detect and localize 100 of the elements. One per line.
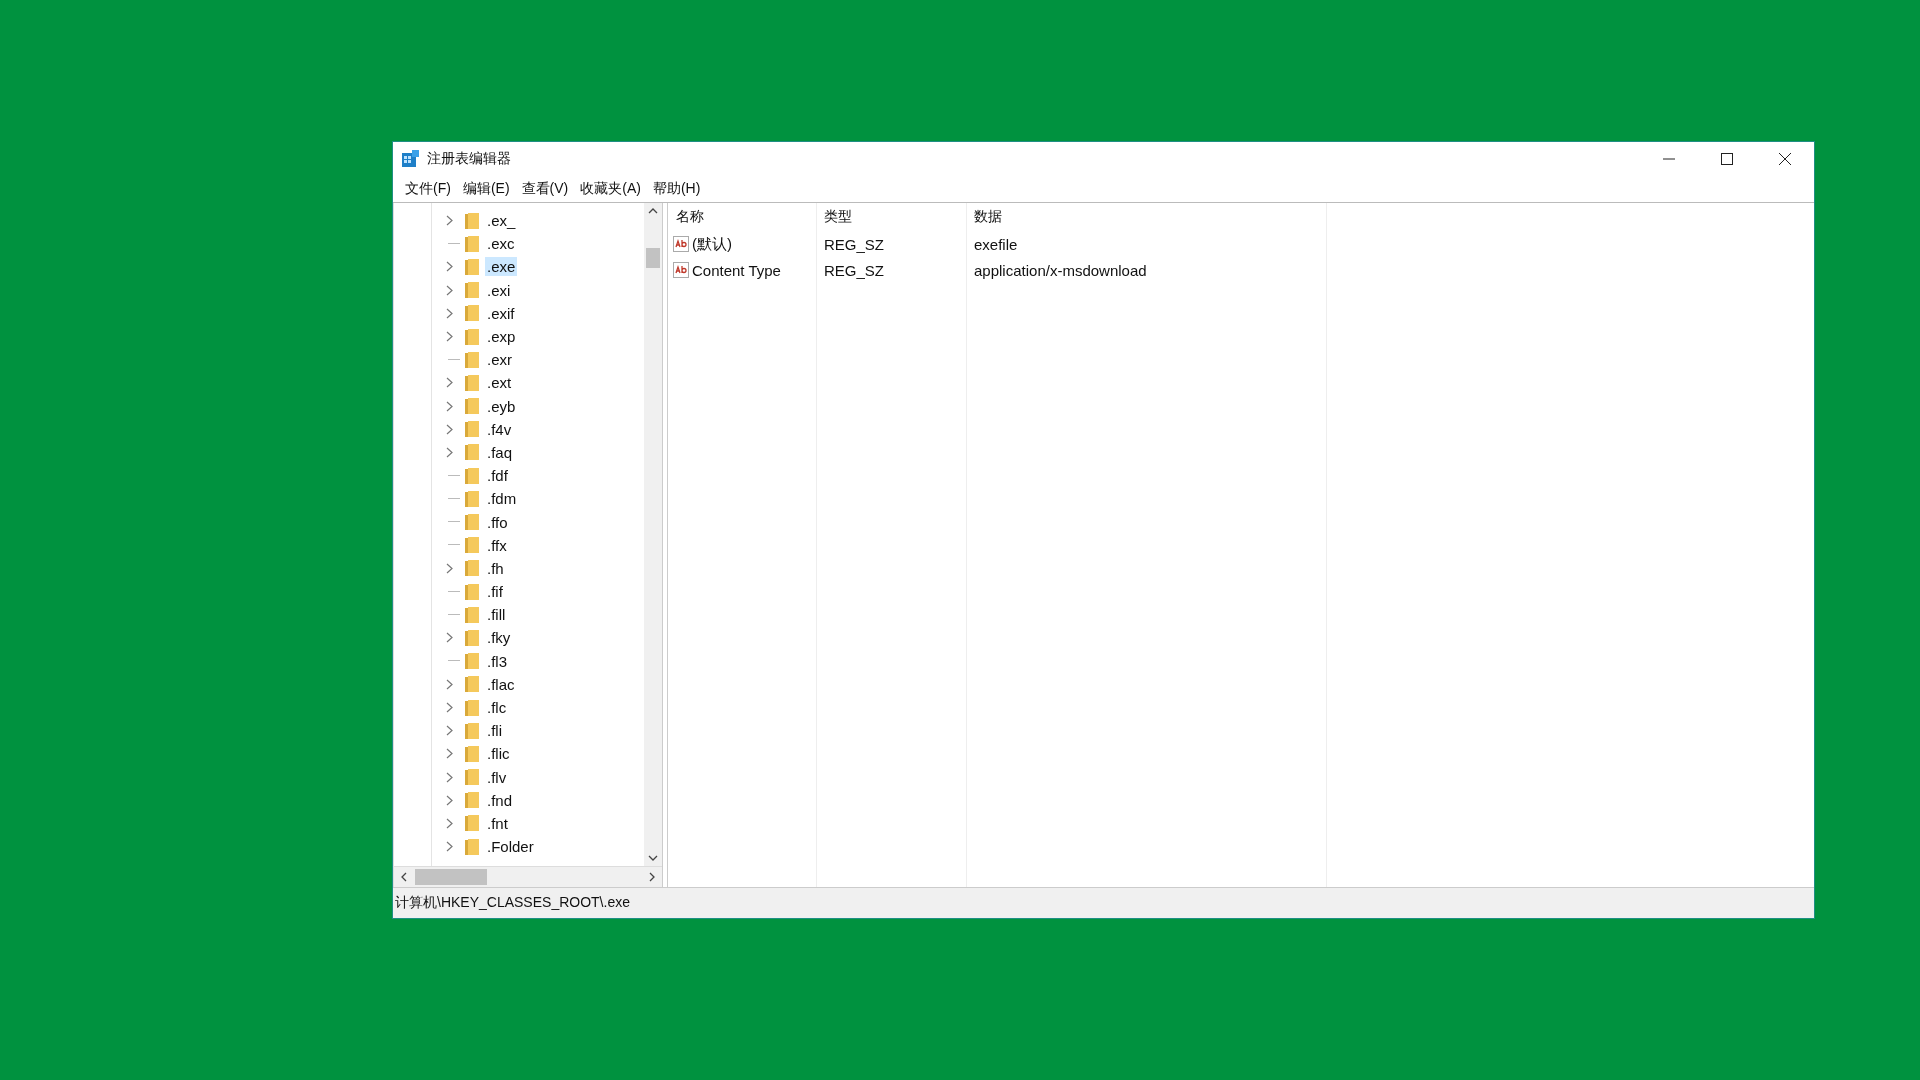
window-title: 注册表编辑器: [427, 149, 511, 168]
scroll-left-icon[interactable]: [400, 872, 407, 882]
folder-icon: [465, 745, 479, 762]
tree-item[interactable]: .exc: [485, 234, 517, 254]
folder-icon: [465, 235, 479, 252]
tree-item[interactable]: .fnd: [485, 790, 515, 810]
menu-item[interactable]: 文件(F): [399, 179, 457, 198]
tree-item[interactable]: .exr: [485, 350, 514, 370]
expand-chevron-icon[interactable]: [446, 678, 453, 690]
tree-item[interactable]: .exif: [485, 303, 517, 323]
value-name[interactable]: Content Type: [692, 261, 781, 279]
expand-chevron-icon[interactable]: [446, 331, 453, 343]
folder-icon: [465, 838, 479, 855]
tree-item[interactable]: .flac: [485, 674, 517, 694]
close-icon: [1779, 152, 1791, 165]
horizontal-scrollbar[interactable]: [394, 867, 662, 887]
folder-icon: [465, 560, 479, 577]
expand-chevron-icon[interactable]: [446, 215, 453, 227]
value-type: REG_SZ: [823, 235, 885, 253]
tree-item[interactable]: .ffo: [485, 512, 510, 532]
folder-icon: [465, 769, 479, 786]
column-header[interactable]: 类型: [816, 208, 966, 226]
folder-icon: [465, 421, 479, 438]
scrollbar-thumb[interactable]: [415, 869, 487, 885]
folder-icon: [465, 676, 479, 693]
folder-icon: [465, 583, 479, 600]
folder-icon: [465, 282, 479, 299]
vertical-scrollbar[interactable]: [644, 203, 662, 866]
expand-chevron-icon[interactable]: [446, 817, 453, 829]
expand-chevron-icon[interactable]: [446, 632, 453, 644]
tree-item[interactable]: .fl3: [485, 651, 509, 671]
folder-icon: [465, 514, 479, 531]
column-header[interactable]: 数据: [966, 208, 1326, 226]
expand-chevron-icon[interactable]: [446, 725, 453, 737]
status-bar: 计算机\HKEY_CLASSES_ROOT\.exe: [393, 887, 1814, 918]
scrollbar-thumb[interactable]: [646, 248, 660, 268]
value-data: application/x-msdownload: [973, 261, 1148, 279]
tree-item[interactable]: .fnt: [485, 813, 510, 833]
expand-chevron-icon[interactable]: [446, 771, 453, 783]
tree-item[interactable]: .ffx: [485, 535, 509, 555]
value-data: exefile: [973, 235, 1019, 253]
expand-chevron-icon[interactable]: [446, 400, 453, 412]
menu-item[interactable]: 查看(V): [515, 179, 575, 198]
tree-item[interactable]: .exe: [485, 257, 518, 277]
expand-chevron-icon[interactable]: [446, 748, 453, 760]
value-name[interactable]: (默认): [692, 234, 732, 254]
scroll-up-icon[interactable]: [648, 207, 658, 214]
tree-item[interactable]: .fill: [485, 605, 508, 625]
folder-icon: [465, 537, 479, 554]
maximize-icon: [1721, 152, 1733, 165]
scroll-right-icon[interactable]: [649, 872, 656, 882]
expand-chevron-icon[interactable]: [446, 307, 453, 319]
expand-chevron-icon[interactable]: [446, 284, 453, 296]
tree-item[interactable]: .exi: [485, 280, 513, 300]
folder-icon: [465, 398, 479, 415]
tree-item[interactable]: .faq: [485, 442, 515, 462]
expand-chevron-icon[interactable]: [446, 423, 453, 435]
expand-chevron-icon[interactable]: [446, 261, 453, 273]
folder-icon: [465, 444, 479, 461]
folder-icon: [465, 467, 479, 484]
value-type: REG_SZ: [823, 261, 885, 279]
registry-icon: [402, 150, 419, 167]
menu-item[interactable]: 收藏夹(A): [574, 179, 647, 198]
tree-item[interactable]: .ex_: [485, 211, 518, 231]
folder-icon: [465, 305, 479, 322]
menu-item[interactable]: 帮助(H): [646, 179, 707, 198]
tree-item[interactable]: .fli: [485, 721, 504, 741]
folder-icon: [465, 328, 479, 345]
expand-chevron-icon[interactable]: [446, 377, 453, 389]
folder-icon: [465, 606, 479, 623]
folder-icon: [465, 722, 479, 739]
folder-icon: [465, 490, 479, 507]
tree-item[interactable]: .exp: [485, 327, 518, 347]
scroll-down-icon[interactable]: [648, 855, 658, 862]
string-value-icon: [673, 236, 689, 252]
tree-item[interactable]: .flc: [485, 698, 509, 718]
tree-item[interactable]: .flic: [485, 744, 512, 764]
folder-icon: [465, 699, 479, 716]
expand-chevron-icon[interactable]: [446, 794, 453, 806]
folder-icon: [465, 374, 479, 391]
tree-item[interactable]: .flv: [485, 767, 509, 787]
tree-item[interactable]: .fky: [485, 628, 513, 648]
folder-icon: [465, 212, 479, 229]
tree-item[interactable]: .fdm: [485, 489, 519, 509]
tree-item[interactable]: .eyb: [485, 396, 518, 416]
folder-icon: [465, 258, 479, 275]
tree-item[interactable]: .fif: [485, 582, 505, 602]
column-header[interactable]: 名称: [668, 208, 816, 226]
tree-item[interactable]: .Folder: [485, 837, 536, 857]
expand-chevron-icon[interactable]: [446, 702, 453, 714]
tree-item[interactable]: .fh: [485, 558, 506, 578]
expand-chevron-icon[interactable]: [446, 562, 453, 574]
folder-icon: [465, 629, 479, 646]
expand-chevron-icon[interactable]: [446, 841, 453, 853]
expand-chevron-icon[interactable]: [446, 446, 453, 458]
tree-item[interactable]: .ext: [485, 373, 514, 393]
menu-item[interactable]: 编辑(E): [456, 179, 516, 198]
tree-item[interactable]: .f4v: [485, 419, 514, 439]
tree-item[interactable]: .fdf: [485, 466, 510, 486]
string-value-icon: [673, 262, 689, 278]
